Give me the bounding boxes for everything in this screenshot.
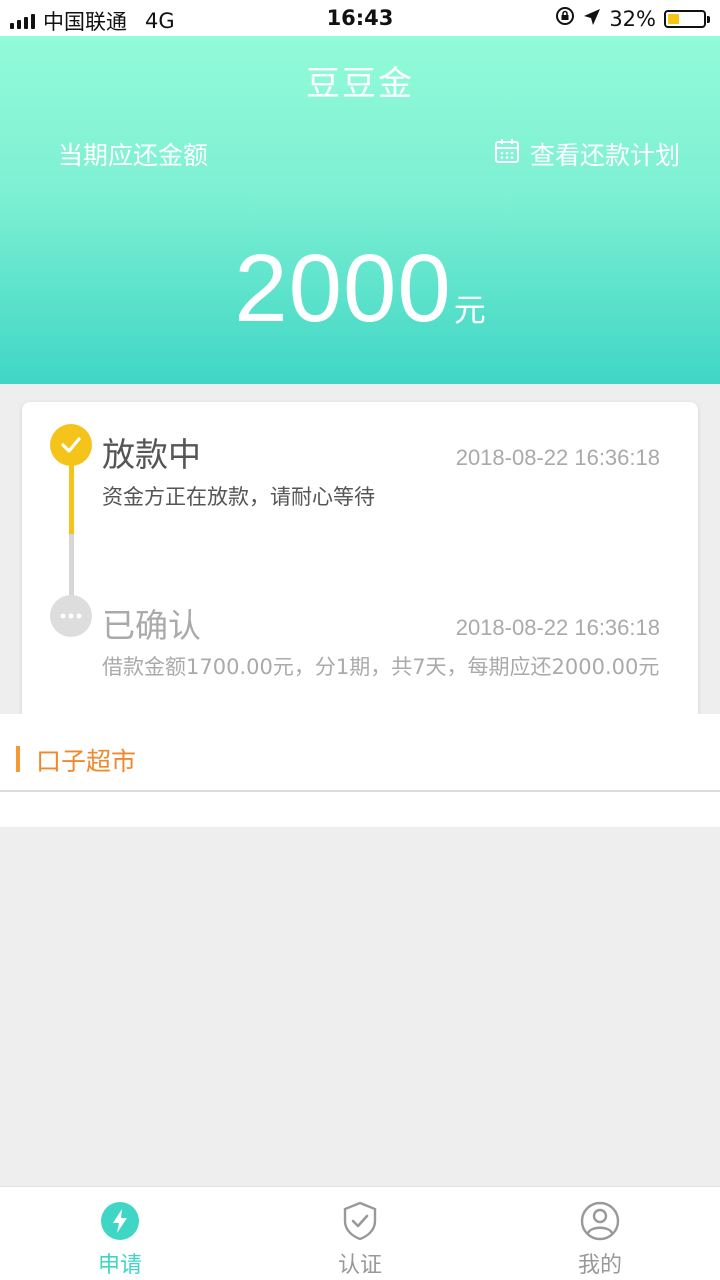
battery-fill	[668, 13, 679, 24]
due-amount-value: 2000	[234, 235, 452, 342]
more-dots-icon	[50, 595, 92, 637]
tab-label: 认证	[337, 1253, 382, 1278]
shield-check-icon	[340, 1201, 380, 1241]
location-arrow-icon	[583, 7, 601, 31]
tab-label: 我的	[577, 1253, 622, 1278]
step-time: 2018-08-22 16:36:18	[455, 615, 660, 640]
due-amount-unit: 元	[453, 291, 486, 329]
tab-apply[interactable]: 申请	[0, 1187, 240, 1280]
view-repayment-plan-link[interactable]: 查看还款计划	[494, 136, 680, 172]
section-title: 口子超市	[36, 747, 137, 776]
page-title: 豆豆金	[306, 64, 414, 104]
loan-market-section: 口子超市	[0, 714, 720, 792]
due-amount: 2000元	[0, 241, 720, 337]
tab-verify[interactable]: 认证	[240, 1187, 480, 1280]
timeline-line-pending	[69, 534, 74, 599]
step-description: 资金方正在放款，请耐心等待	[102, 485, 375, 509]
timeline-line-active	[69, 462, 74, 534]
section-accent-bar	[16, 746, 20, 772]
loan-market-list	[0, 792, 720, 827]
tab-mine[interactable]: 我的	[480, 1187, 720, 1280]
step-title: 放款中	[102, 435, 201, 474]
loan-status-card: 放款中 2018-08-22 16:36:18 资金方正在放款，请耐心等待 已确…	[22, 402, 698, 732]
user-icon	[580, 1201, 620, 1241]
status-bar: 中国联通 4G 16:43 32%	[0, 0, 720, 36]
battery-icon	[664, 9, 710, 28]
bottom-tab-bar: 申请 认证 我的	[0, 1186, 720, 1280]
rotation-lock-icon	[555, 6, 575, 31]
battery-percent: 32%	[609, 6, 656, 31]
check-icon	[50, 424, 92, 466]
status-right: 32%	[555, 6, 710, 31]
due-amount-label: 当期应还金额	[58, 141, 209, 170]
step-title: 已确认	[102, 606, 201, 645]
step-description: 借款金额1700.00元，分1期，共7天，每期应还2000.00元	[102, 655, 660, 679]
calendar-icon	[494, 138, 520, 170]
step-time: 2018-08-22 16:36:18	[455, 445, 660, 470]
view-repayment-plan-label: 查看还款计划	[529, 141, 680, 170]
tab-label: 申请	[97, 1253, 142, 1278]
lightning-icon	[100, 1201, 140, 1241]
repayment-header: 豆豆金 当期应还金额 查看还款计划 2000元	[0, 36, 720, 384]
